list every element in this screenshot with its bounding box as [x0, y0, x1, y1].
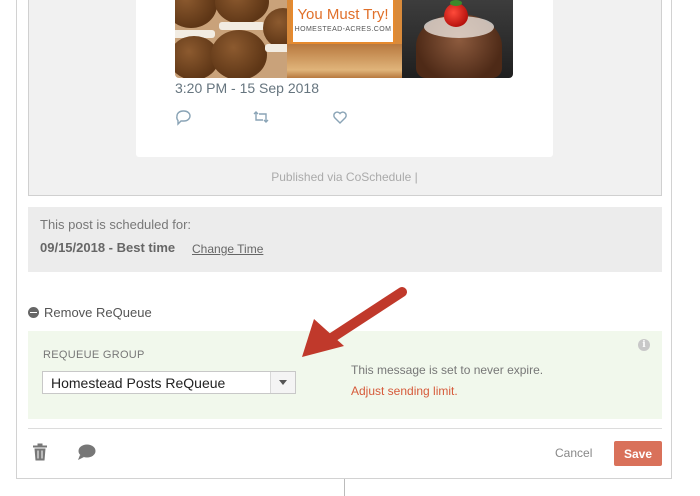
cancel-button[interactable]: Cancel — [555, 446, 592, 460]
requeue-panel: REQUEUE GROUP Homestead Posts ReQueue Th… — [28, 331, 662, 419]
reply-icon[interactable] — [174, 108, 192, 126]
remove-requeue-label: Remove ReQueue — [44, 304, 152, 320]
expire-text: This message is set to never expire. — [351, 363, 544, 377]
banner-site: HOMESTEAD-ACRES.COM — [294, 26, 392, 33]
chevron-down-icon — [270, 372, 295, 393]
save-button[interactable]: Save — [614, 441, 662, 466]
footer-divider — [28, 428, 662, 429]
schedule-label: This post is scheduled for: — [40, 217, 192, 232]
tweet-timestamp: 3:20 PM - 15 Sep 2018 — [175, 80, 319, 96]
info-icon[interactable]: i — [638, 339, 650, 351]
cake-photo — [402, 0, 513, 78]
tweet-image: You Must Try! HOMESTEAD-ACRES.COM — [175, 0, 513, 78]
post-editor: You Must Try! HOMESTEAD-ACRES.COM 3:20 P… — [0, 0, 700, 496]
trash-icon[interactable] — [32, 443, 48, 461]
schedule-box: This post is scheduled for: 09/15/2018 -… — [28, 207, 662, 272]
requeue-group-select[interactable]: Homestead Posts ReQueue — [42, 371, 296, 394]
remove-requeue-button[interactable]: Remove ReQueue — [28, 303, 152, 321]
requeue-group-label: REQUEUE GROUP — [43, 349, 145, 361]
change-time-link[interactable]: Change Time — [192, 242, 263, 256]
retweet-icon[interactable] — [252, 108, 270, 126]
schedule-date: 09/15/2018 - Best time — [40, 240, 176, 255]
like-icon[interactable] — [331, 108, 349, 126]
published-via: Published via CoSchedule | — [271, 170, 418, 184]
connector-line — [344, 479, 345, 496]
image-banner: You Must Try! HOMESTEAD-ACRES.COM — [291, 0, 395, 44]
cookies-photo — [175, 0, 303, 78]
minus-circle-icon — [28, 306, 39, 318]
requeue-group-value: Homestead Posts ReQueue — [51, 375, 226, 391]
adjust-sending-limit-link[interactable]: Adjust sending limit. — [351, 384, 458, 398]
comment-icon[interactable] — [77, 444, 96, 461]
banner-title: You Must Try! — [297, 6, 389, 23]
